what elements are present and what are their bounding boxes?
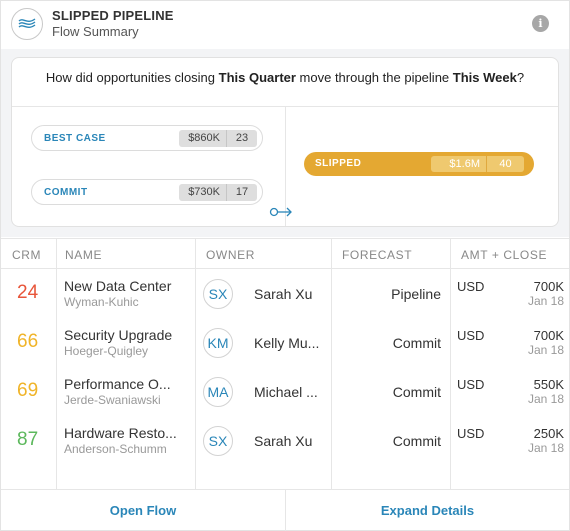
source-pill-label: COMMIT xyxy=(44,187,88,198)
currency: USD xyxy=(457,279,485,294)
source-pill-commit[interactable]: COMMIT $730K 17 xyxy=(31,179,263,205)
account-name: Hoeger-Quigley xyxy=(64,344,149,358)
forecast-category: Commit xyxy=(392,433,441,449)
opportunity-name[interactable]: New Data Center xyxy=(64,278,171,294)
info-icon[interactable]: i xyxy=(532,15,549,32)
source-pill-value: $860K 23 xyxy=(179,130,257,147)
amount: 550K xyxy=(533,377,564,392)
target-pill-label: SLIPPED xyxy=(315,158,362,169)
close-date: Jan 18 xyxy=(527,294,564,308)
currency: USD xyxy=(457,426,485,441)
flow-connector-icon xyxy=(269,207,292,217)
target-pill-count: 40 xyxy=(499,158,512,170)
close-date: Jan 18 xyxy=(527,441,564,455)
account-name: Jerde-Swaniawski xyxy=(64,393,161,407)
question-window: This Week xyxy=(452,70,517,85)
table-row[interactable]: 66 Security Upgrade Hoeger-Quigley KM Ke… xyxy=(1,318,569,367)
source-pill-value: $730K 17 xyxy=(179,184,257,201)
amount: 700K xyxy=(533,279,564,294)
forecast-category: Commit xyxy=(392,384,441,400)
crm-score: 66 xyxy=(17,331,39,352)
flow-logo-icon xyxy=(11,8,43,40)
widget-title: SLIPPED PIPELINE xyxy=(52,8,174,23)
table-row[interactable]: 24 New Data Center Wyman-Kuhic SX Sarah … xyxy=(1,269,569,318)
source-pill-amount: $860K xyxy=(179,130,227,147)
source-pill-amount: $730K xyxy=(179,184,227,201)
account-name: Anderson-Schumm xyxy=(64,442,167,456)
column-header-amt-close[interactable]: AMT + CLOSE xyxy=(461,248,547,262)
owner-avatar: SX xyxy=(203,426,233,456)
crm-score: 24 xyxy=(17,282,39,303)
opportunity-name[interactable]: Performance O... xyxy=(64,376,171,392)
target-pill-value: $1.6M 40 xyxy=(431,156,524,172)
crm-score: 69 xyxy=(17,380,39,401)
slipped-pipeline-widget: SLIPPED PIPELINE Flow Summary i How did … xyxy=(0,0,570,531)
close-date: Jan 18 xyxy=(527,392,564,406)
question-period: This Quarter xyxy=(218,70,296,85)
pipeline-flow-section: How did opportunities closing This Quart… xyxy=(1,49,569,237)
currency: USD xyxy=(457,377,485,392)
column-header-crm[interactable]: CRM xyxy=(12,248,41,262)
owner-avatar: SX xyxy=(203,279,233,309)
close-date: Jan 18 xyxy=(527,343,564,357)
expand-details-button[interactable]: Expand Details xyxy=(286,490,569,531)
source-pill-label: BEST CASE xyxy=(44,133,106,144)
owner-name: Sarah Xu xyxy=(254,286,313,302)
flow-question: How did opportunities closing This Quart… xyxy=(12,70,558,85)
owner-avatar: KM xyxy=(203,328,233,358)
column-header-forecast[interactable]: FORECAST xyxy=(342,248,412,262)
widget-header: SLIPPED PIPELINE Flow Summary i xyxy=(1,1,569,49)
question-text: How did opportunities closing xyxy=(45,70,219,85)
forecast-category: Commit xyxy=(392,335,441,351)
target-pill-amount: $1.6M xyxy=(431,156,487,172)
widget-subtitle: Flow Summary xyxy=(52,24,139,39)
account-name: Wyman-Kuhic xyxy=(64,295,139,309)
owner-name: Sarah Xu xyxy=(254,433,313,449)
amount: 250K xyxy=(533,426,564,441)
currency: USD xyxy=(457,328,485,343)
table-row[interactable]: 69 Performance O... Jerde-Swaniawski MA … xyxy=(1,367,569,416)
table-header: CRM NAME OWNER FORECAST AMT + CLOSE xyxy=(1,238,569,269)
target-pill-slipped[interactable]: SLIPPED $1.6M 40 xyxy=(304,152,534,176)
opportunity-name[interactable]: Security Upgrade xyxy=(64,327,172,343)
crm-score: 87 xyxy=(17,429,39,450)
question-mark: ? xyxy=(516,70,525,85)
source-pill-count: 23 xyxy=(235,132,249,144)
table-row[interactable]: 87 Hardware Resto... Anderson-Schumm SX … xyxy=(1,416,569,465)
question-text-mid: move through the pipeline xyxy=(295,70,453,85)
opportunity-name[interactable]: Hardware Resto... xyxy=(64,425,177,441)
owner-name: Kelly Mu... xyxy=(254,335,320,351)
open-flow-button[interactable]: Open Flow xyxy=(1,490,285,531)
amount: 700K xyxy=(533,328,564,343)
owner-avatar: MA xyxy=(203,377,233,407)
column-header-name[interactable]: NAME xyxy=(65,248,102,262)
owner-name: Michael ... xyxy=(254,384,318,400)
source-pill-best-case[interactable]: BEST CASE $860K 23 xyxy=(31,125,263,151)
pipeline-flow-card: How did opportunities closing This Quart… xyxy=(11,57,559,227)
forecast-category: Pipeline xyxy=(391,286,441,302)
column-header-owner[interactable]: OWNER xyxy=(206,248,255,262)
widget-footer: Open Flow Expand Details xyxy=(1,489,569,531)
source-pill-count: 17 xyxy=(235,186,249,198)
